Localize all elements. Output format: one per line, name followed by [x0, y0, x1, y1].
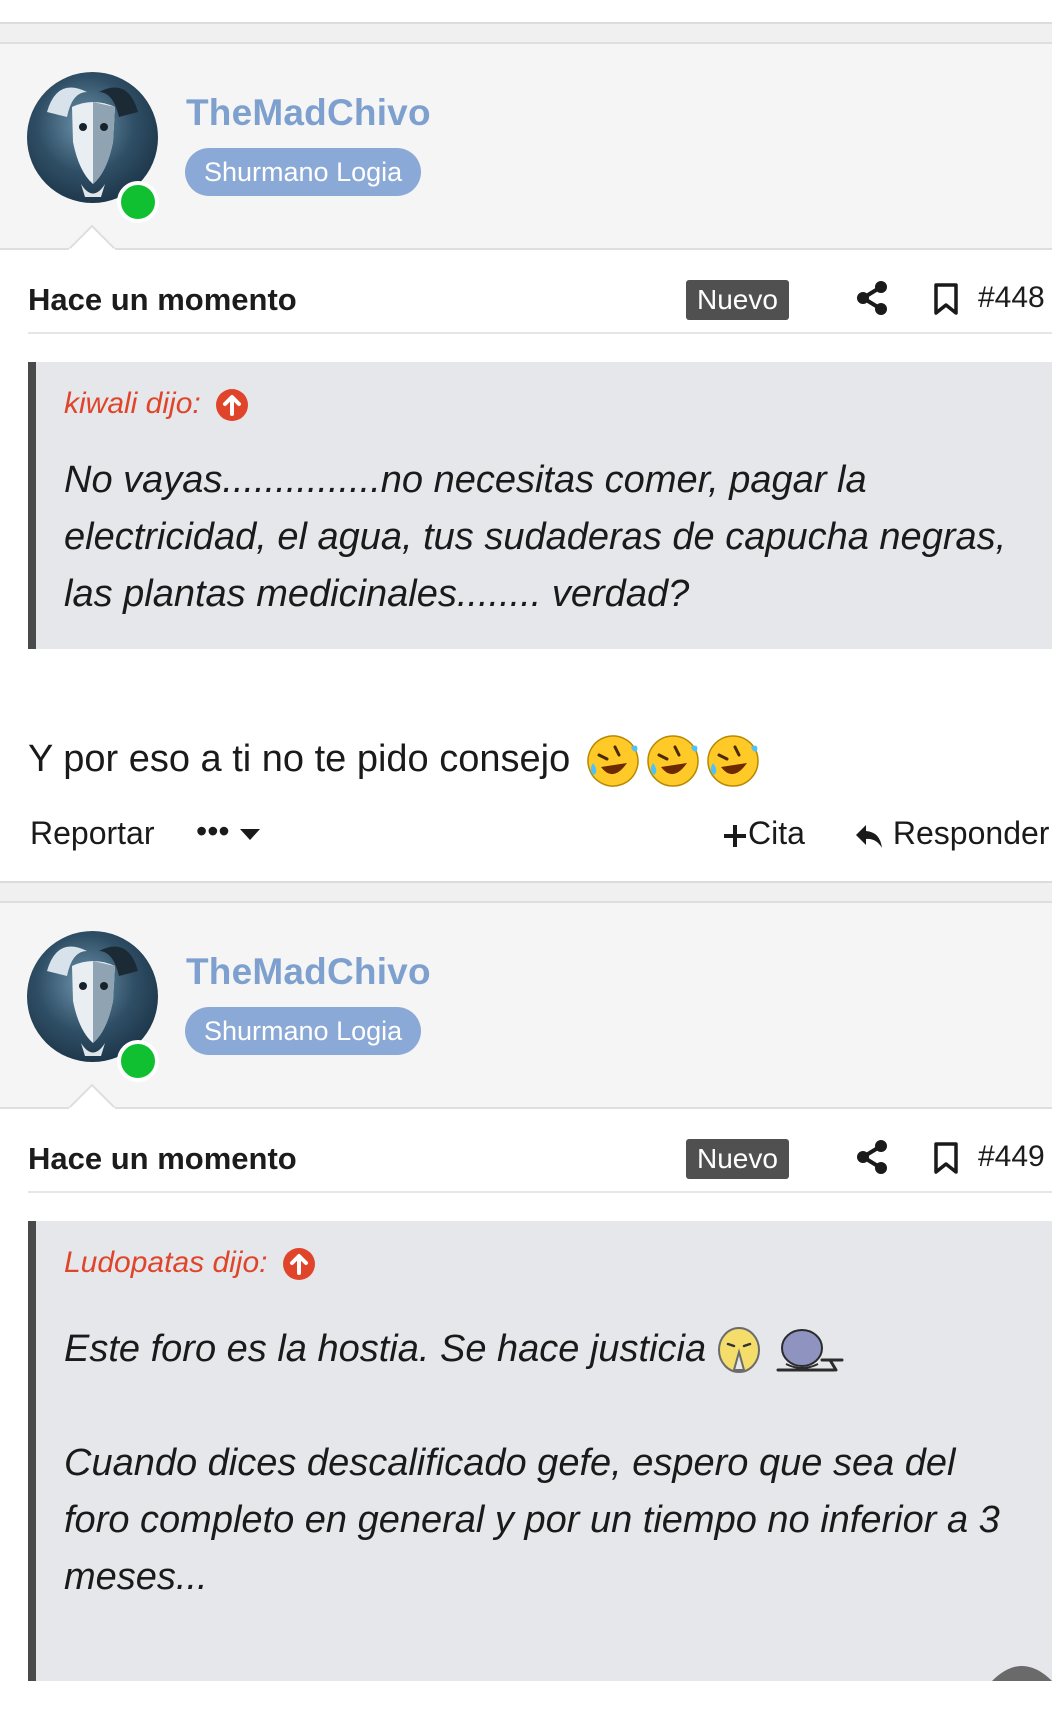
post-meta: Hace un momento Nuevo #448 — [28, 250, 1052, 334]
cite-label: Cita — [748, 815, 805, 851]
quote-text: Este foro es la hostia. Se hace justicia… — [64, 1321, 1022, 1606]
arrow-up-circle-icon[interactable] — [215, 388, 249, 422]
quote-block: Ludopatas dijo: Este foro es la hostia. … — [28, 1221, 1052, 1681]
post-separator — [0, 881, 1052, 901]
post-actions: Reportar ••• Cita Responder — [28, 787, 1052, 881]
quote-paragraph: Este foro es la hostia. Se hace justicia — [64, 1321, 1022, 1378]
quote-block: kiwali dijo: No vayas...............no n… — [28, 362, 1052, 649]
role-badge: Shurmano Logia — [185, 1007, 422, 1055]
scroll-top-button-edge[interactable] — [992, 1661, 1052, 1681]
quote-author[interactable]: kiwali dijo: — [64, 384, 1022, 424]
report-link[interactable]: Reportar — [30, 815, 155, 852]
online-status-dot — [117, 181, 159, 223]
reply-arrow-icon — [856, 824, 882, 848]
share-icon[interactable] — [856, 1139, 888, 1175]
more-menu-button[interactable]: ••• — [196, 813, 261, 850]
quote-paragraph: Cuando dices descalificado gefe, espero … — [64, 1442, 1000, 1598]
top-strip — [0, 0, 1052, 24]
quote-paragraph-text: Este foro es la hostia. Se hace justicia — [64, 1328, 707, 1370]
quote-author-label[interactable]: kiwali dijo: — [64, 387, 201, 420]
post-header: TheMadChivo Shurmano Logia — [0, 42, 1052, 250]
plus-icon — [724, 824, 746, 847]
sliding-blob-icon — [776, 1328, 844, 1372]
gap — [0, 24, 1052, 42]
cite-button[interactable]: Cita — [722, 815, 805, 852]
bookmark-icon[interactable] — [932, 1141, 960, 1175]
reply-label: Responder — [892, 815, 1050, 851]
rofl-emoji-icon — [647, 735, 699, 787]
new-badge: Nuevo — [686, 1139, 789, 1179]
more-dots-icon: ••• — [196, 813, 230, 849]
username[interactable]: TheMadChivo — [186, 92, 431, 134]
username[interactable]: TheMadChivo — [186, 951, 431, 993]
caret-down-icon — [239, 828, 260, 840]
post-time[interactable]: Hace un momento — [28, 282, 297, 318]
role-badge: Shurmano Logia — [185, 148, 422, 196]
online-status-dot — [117, 1040, 159, 1082]
bookmark-icon[interactable] — [932, 282, 960, 316]
post-number[interactable]: #449 — [978, 1140, 1045, 1174]
arrow-up-circle-icon[interactable] — [282, 1247, 316, 1281]
reply-button[interactable]: Responder — [854, 815, 1049, 852]
praying-smiley-icon — [718, 1326, 761, 1373]
new-badge: Nuevo — [686, 280, 789, 320]
rofl-emoji-icon — [587, 735, 639, 787]
message-text: Y por eso a ti no te pido consejo — [28, 738, 571, 780]
quote-paragraph: No vayas...............no necesitas come… — [64, 459, 1007, 615]
quote-text: No vayas...............no necesitas come… — [64, 452, 1022, 623]
post: TheMadChivo Shurmano Logia Hace un momen… — [0, 42, 1052, 881]
post-time[interactable]: Hace un momento — [28, 1141, 297, 1177]
quote-author[interactable]: Ludopatas dijo: — [64, 1243, 1022, 1283]
rofl-emoji-icon — [707, 735, 759, 787]
header-pointer — [68, 1083, 116, 1109]
header-pointer — [68, 224, 116, 250]
quote-author-label[interactable]: Ludopatas dijo: — [64, 1246, 268, 1279]
post-number[interactable]: #448 — [978, 281, 1045, 315]
post: TheMadChivo Shurmano Logia Hace un momen… — [0, 901, 1052, 1681]
post-meta: Hace un momento Nuevo #449 — [28, 1109, 1052, 1193]
post-message: Y por eso a ti no te pido consejo — [28, 731, 1052, 787]
post-header: TheMadChivo Shurmano Logia — [0, 901, 1052, 1109]
share-icon[interactable] — [856, 280, 888, 316]
